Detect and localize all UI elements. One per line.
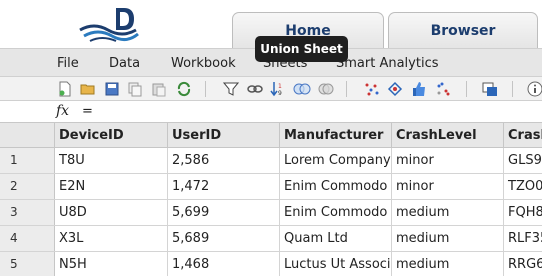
column-header-manufacturer[interactable]: Manufacturer: [280, 123, 392, 148]
app-logo: [79, 8, 139, 42]
table-cell[interactable]: medium: [392, 226, 504, 251]
open-folder-icon[interactable]: [80, 81, 96, 97]
toolbar-separator: [205, 81, 206, 97]
save-icon[interactable]: [104, 81, 120, 97]
table-row: 2 E2N 1,472 Enim Commodo H minor TZO01: [0, 174, 542, 200]
table-cell[interactable]: 2,586: [168, 148, 280, 173]
link-icon[interactable]: [247, 81, 263, 97]
table-row: 5 N5H 1,468 Luctus Ut Associa medium RRG…: [0, 252, 542, 276]
formula-input[interactable]: =: [82, 104, 93, 119]
toolbar-separator: [512, 81, 513, 97]
table-cell[interactable]: X3L: [55, 226, 168, 251]
table-cell[interactable]: GLS90: [504, 148, 542, 173]
window-icon[interactable]: [482, 81, 498, 97]
info-icon[interactable]: [527, 81, 542, 97]
table-cell[interactable]: RRG60: [504, 252, 542, 276]
table-cell[interactable]: Lorem Company: [280, 148, 392, 173]
row-number[interactable]: 2: [0, 174, 55, 199]
table-cell[interactable]: medium: [392, 200, 504, 225]
toolbar-separator: [346, 81, 347, 97]
column-header-crash[interactable]: Crash: [504, 123, 542, 148]
table-cell[interactable]: Enim Commodo H: [280, 200, 392, 225]
scatter-icon[interactable]: [364, 81, 380, 97]
row-number[interactable]: 3: [0, 200, 55, 225]
select-all-corner[interactable]: [0, 123, 55, 148]
column-header-row: DeviceID UserID Manufacturer CrashLevel …: [0, 123, 542, 148]
table-cell[interactable]: T8U: [55, 148, 168, 173]
table-cell[interactable]: 1,468: [168, 252, 280, 276]
thumbs-up-icon[interactable]: [411, 81, 427, 97]
table-cell[interactable]: Quam Ltd: [280, 226, 392, 251]
refresh-icon[interactable]: [176, 81, 192, 97]
union-sheet-icon[interactable]: [293, 81, 311, 97]
menu-data[interactable]: Data: [109, 56, 140, 71]
table-cell[interactable]: FQH8: [504, 200, 542, 225]
column-header-userid[interactable]: UserID: [168, 123, 280, 148]
table-row: 3 U8D 5,699 Enim Commodo H medium FQH8: [0, 200, 542, 226]
row-number[interactable]: 4: [0, 226, 55, 251]
new-file-icon[interactable]: [57, 81, 73, 97]
table-cell[interactable]: TZO01: [504, 174, 542, 199]
paste-icon[interactable]: [151, 81, 167, 97]
table-cell[interactable]: U8D: [55, 200, 168, 225]
column-header-deviceid[interactable]: DeviceID: [55, 123, 168, 148]
table-cell[interactable]: N5H: [55, 252, 168, 276]
svg-text:9: 9: [278, 90, 282, 97]
menu-file[interactable]: File: [57, 56, 79, 71]
menu-workbook[interactable]: Workbook: [171, 56, 236, 71]
table-row: 4 X3L 5,689 Quam Ltd medium RLF35: [0, 226, 542, 252]
column-header-crashlevel[interactable]: CrashLevel: [392, 123, 504, 148]
table-cell[interactable]: minor: [392, 174, 504, 199]
formula-bar: fx =: [0, 101, 542, 123]
sort-icon[interactable]: 19: [270, 81, 286, 97]
table-cell[interactable]: Luctus Ut Associa: [280, 252, 392, 276]
copy-icon[interactable]: [127, 81, 143, 97]
table-cell[interactable]: 5,689: [168, 226, 280, 251]
row-number[interactable]: 5: [0, 252, 55, 276]
table-row: 1 T8U 2,586 Lorem Company minor GLS90: [0, 148, 542, 174]
cluster-icon[interactable]: [435, 81, 451, 97]
toolbar: 19: [0, 76, 542, 101]
spreadsheet-grid: DeviceID UserID Manufacturer CrashLevel …: [0, 123, 542, 276]
toolbar-separator: [466, 81, 467, 97]
row-number[interactable]: 1: [0, 148, 55, 173]
fx-icon: fx: [56, 103, 70, 119]
table-cell[interactable]: medium: [392, 252, 504, 276]
svg-text:1: 1: [278, 83, 282, 90]
table-cell[interactable]: E2N: [55, 174, 168, 199]
table-cell[interactable]: 1,472: [168, 174, 280, 199]
table-cell[interactable]: minor: [392, 148, 504, 173]
tab-browser[interactable]: Browser: [388, 12, 538, 50]
transform-icon[interactable]: [387, 81, 403, 97]
menu-smart-analytics[interactable]: Smart Analytics: [336, 56, 439, 71]
filter-icon[interactable]: [223, 81, 239, 97]
join-icon[interactable]: [318, 81, 334, 97]
table-cell[interactable]: RLF35: [504, 226, 542, 251]
table-cell[interactable]: Enim Commodo H: [280, 174, 392, 199]
table-cell[interactable]: 5,699: [168, 200, 280, 225]
union-sheet-tooltip: Union Sheet: [255, 36, 348, 62]
